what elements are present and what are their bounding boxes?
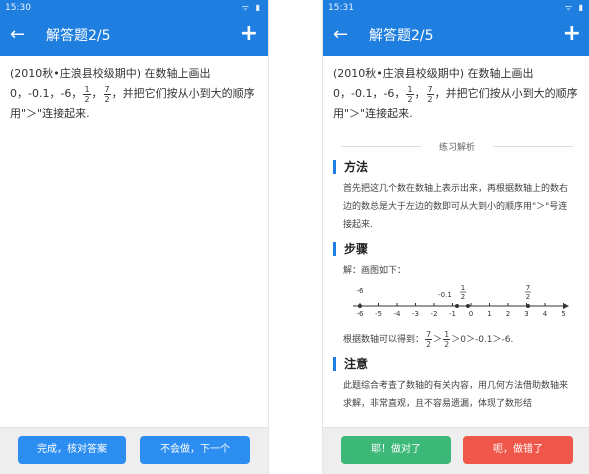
number-line-diagram: -6 -0.1 1 2 7 2 -6 -5 -4 -3 -2 -1 0 1 2 3 4 5 [353,284,569,318]
point-label-half-den: 2 [461,293,465,301]
steps-intro: 解：画图如下： [343,266,407,276]
axis-tick-label: 5 [561,310,565,318]
method-heading: 方法 [333,160,581,174]
status-time: 15:30 [5,3,31,13]
point-label-half-num: 1 [461,284,465,292]
question-text: (2010秋•庄浪县校级期中) 在数轴上画出 0，-0.1，-6， 1 2， 7 2 ，并… [323,56,589,124]
question-line-2: 0，-0.1，-6， 1 2， 7 2 ，并把它们按从小到大的顺序 [333,84,578,104]
result-fraction-half: 12 [443,330,451,349]
question-numbers: 0，-0.1，-6， [10,87,83,100]
axis-tick-label: -6 [357,310,365,318]
steps-heading: 步骤 [333,242,581,256]
axis-tick-label: -1 [449,310,456,318]
axis-tick-label: -4 [394,310,402,318]
question-rest: ，并把它们按从小到大的顺序 [111,87,255,100]
point-neg6 [358,304,362,308]
point-half [466,304,470,308]
status-icons: ᯤ ▮ [241,3,262,12]
question-text: (2010秋•庄浪县校级期中) 在数轴上画出 0，-0.1，-6， 1 2， 7 2 ，并… [0,56,268,124]
back-arrow-icon[interactable]: ← [10,24,25,46]
fraction-one-half: 12 [83,84,91,104]
back-arrow-icon[interactable]: ← [333,24,348,46]
question-line-1: (2010秋•庄浪县校级期中) 在数轴上画出 [10,67,211,80]
phone-screen-after: 15:31 ᯤ ▮ ← 解答题2/5 + (2010秋•庄浪县校级期中) 在数轴… [322,0,589,474]
app-bar: ← 解答题2/5 + [323,16,589,56]
add-icon[interactable]: + [563,21,581,47]
bottom-action-bar: 耶！做对了 呃，做错了 [323,427,589,474]
page-title: 解答题2/5 [369,28,434,44]
check-answer-button[interactable]: 完成，核对答案 [18,436,126,464]
status-time: 15:31 [328,3,354,13]
note-heading: 注意 [333,357,581,371]
skip-next-button[interactable]: 不会做，下一个 [140,436,250,464]
status-bar: 15:30 ᯤ ▮ [0,0,268,16]
point-label-neg6: -6 [357,287,365,295]
point-label-72-den: 2 [526,293,530,301]
axis-tick-label: -3 [412,310,419,318]
question-line-1: (2010秋•庄浪县校级期中) 在数轴上画出 [333,67,534,80]
axis-tick-label: 4 [543,310,548,318]
fraction-one-half: 12 [406,84,414,104]
method-text: 首先把这几个数在数轴上表示出来，再根据数轴上的数右边的数总是大于左边的数即可从大… [343,184,569,230]
point-label-72-num: 7 [526,284,530,292]
analysis-divider: 练习解析 [331,140,583,153]
question-line-3: 用"＞"连接起来. [10,107,90,120]
axis-tick-label: 3 [524,310,528,318]
axis-tick-label: 1 [487,310,491,318]
status-bar: 15:31 ᯤ ▮ [323,0,589,16]
status-icons: ᯤ ▮ [564,3,585,12]
question-rest: ，并把它们按从小到大的顺序 [434,87,578,100]
phone-screen-before: 15:30 ᯤ ▮ ← 解答题2/5 + (2010秋•庄浪县校级期中) 在数轴… [0,0,269,474]
app-bar: ← 解答题2/5 + [0,16,268,56]
question-numbers: 0，-0.1，-6， [333,87,406,100]
point-neg01 [455,304,459,308]
add-icon[interactable]: + [240,21,258,47]
correct-button[interactable]: 耶！做对了 [341,436,451,464]
steps-result: 根据数轴可以得到： 7 2 ＞ 1 2 ＞0＞-0.1＞-6. [343,330,514,349]
note-text: 此题综合考查了数轴的有关内容，用几何方法借助数轴来求解，非常直观，且不容易遗漏，… [343,381,569,409]
axis-tick-label: -2 [431,310,438,318]
bottom-action-bar: 完成，核对答案 不会做，下一个 [0,427,268,474]
fraction-seven-half: 72 [426,84,434,104]
axis-ticks: -6 -5 -4 -3 -2 -1 0 1 2 3 4 5 [357,303,566,318]
wrong-button[interactable]: 呃，做错了 [463,436,573,464]
result-fraction-72: 72 [425,330,433,349]
axis-tick-label: 0 [469,310,473,318]
point-72 [526,304,530,308]
axis-tick-label: -5 [375,310,382,318]
question-line-3: 用"＞"连接起来. [333,107,413,120]
point-label-neg01: -0.1 [438,291,452,299]
axis-tick-label: 2 [506,310,510,318]
question-line-2: 0，-0.1，-6， 1 2， 7 2 ，并把它们按从小到大的顺序 [10,84,255,104]
fraction-seven-half: 72 [103,84,111,104]
page-title: 解答题2/5 [46,28,111,44]
